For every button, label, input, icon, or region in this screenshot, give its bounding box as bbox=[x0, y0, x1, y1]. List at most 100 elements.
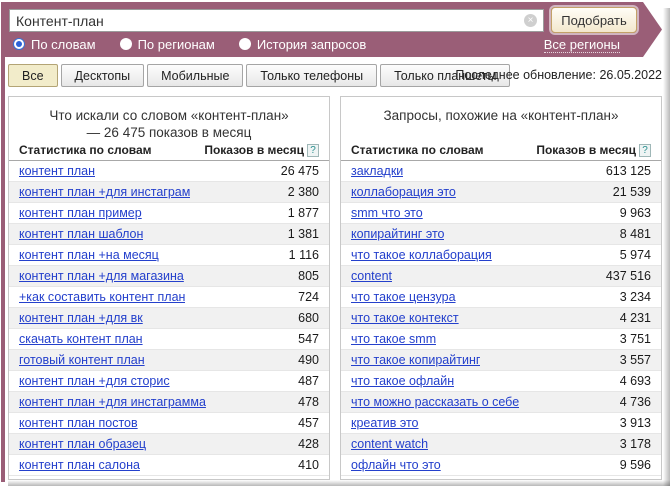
keyword-link[interactable]: закладки bbox=[351, 164, 403, 178]
radio-label: По регионам bbox=[138, 37, 215, 52]
table-row: что такое цензура 3 234 bbox=[341, 287, 661, 308]
keyword-link[interactable]: content watch bbox=[351, 437, 428, 451]
table-row: готовый контент план 490 bbox=[9, 350, 329, 371]
impressions-value: 437 516 bbox=[606, 269, 651, 283]
edge-shadow-right bbox=[663, 8, 670, 486]
radio-by-words[interactable]: По словам bbox=[13, 37, 96, 52]
clear-icon[interactable]: × bbox=[524, 14, 537, 27]
impressions-value: 1 877 bbox=[288, 206, 319, 220]
table-row: контент план +для инстаграмма 478 bbox=[9, 392, 329, 413]
keyword-link[interactable]: контент план bbox=[19, 164, 95, 178]
impressions-value: 487 bbox=[298, 374, 319, 388]
keyword-link[interactable]: офлайн что это bbox=[351, 458, 441, 472]
impressions-value: 2 380 bbox=[288, 185, 319, 199]
impressions-value: 613 125 bbox=[606, 164, 651, 178]
table-row: контент план шаблон 1 381 bbox=[9, 224, 329, 245]
table-row: копирайтинг это8 481 bbox=[341, 224, 661, 245]
similar-queries-panel: Запросы, похожие на «контент-план» Стати… bbox=[340, 96, 662, 480]
wordstat-page: × Подобрать По словам По регионам Истори… bbox=[0, 0, 670, 486]
table-row: контент план +для сторис 487 bbox=[9, 371, 329, 392]
edge-shadow-bottom bbox=[8, 480, 670, 486]
impressions-value: 3 234 bbox=[620, 290, 651, 304]
tab-phones-only[interactable]: Только телефоны bbox=[246, 64, 377, 87]
radio-unselected-icon bbox=[239, 38, 251, 50]
keyword-link[interactable]: контент план +для сторис bbox=[19, 374, 170, 388]
keyword-link[interactable]: smm что это bbox=[351, 206, 423, 220]
impressions-value: 5 974 bbox=[620, 248, 651, 262]
keyword-link[interactable]: контент план салона bbox=[19, 458, 140, 472]
keyword-link[interactable]: креатив это bbox=[351, 416, 419, 430]
keyword-link[interactable]: что такое цензура bbox=[351, 290, 456, 304]
impressions-value: 3 913 bbox=[620, 416, 651, 430]
table-row: контент план +для инстаграм 2 380 bbox=[9, 182, 329, 203]
table-row: контент план +для магазина805 bbox=[9, 266, 329, 287]
keyword-link[interactable]: контент план пример bbox=[19, 206, 142, 220]
table-row: офлайн что это 9 596 bbox=[341, 455, 661, 476]
radio-label: История запросов bbox=[257, 37, 367, 52]
impressions-value: 680 bbox=[298, 311, 319, 325]
keyword-link[interactable]: что такое контекст bbox=[351, 311, 459, 325]
table-row: content 437 516 bbox=[341, 266, 661, 287]
impressions-value: 3 178 bbox=[620, 437, 651, 451]
keyword-link[interactable]: коллаборация это bbox=[351, 185, 456, 199]
table-row: что можно рассказать о себе4 736 bbox=[341, 392, 661, 413]
keyword-link[interactable]: контент план +на месяц bbox=[19, 248, 159, 262]
keyword-link[interactable]: что такое smm bbox=[351, 332, 436, 346]
keyword-link[interactable]: +как составить контент план bbox=[19, 290, 185, 304]
column-header-impressions: Показов в месяц bbox=[204, 143, 304, 157]
all-regions-link[interactable]: Все регионы bbox=[544, 37, 620, 53]
table-row: контент план пример 1 877 bbox=[9, 203, 329, 224]
table-row: скачать контент план 547 bbox=[9, 329, 329, 350]
keyword-link[interactable]: что такое коллаборация bbox=[351, 248, 492, 262]
impressions-value: 457 bbox=[298, 416, 319, 430]
keyword-link[interactable]: копирайтинг это bbox=[351, 227, 444, 241]
table-row: креатив это 3 913 bbox=[341, 413, 661, 434]
impressions-value: 490 bbox=[298, 353, 319, 367]
table-row: контент план +на месяц1 116 bbox=[9, 245, 329, 266]
keyword-link[interactable]: что такое копирайтинг bbox=[351, 353, 480, 367]
column-header-keywords: Статистика по словам bbox=[19, 143, 152, 157]
help-icon[interactable]: ? bbox=[639, 144, 651, 157]
keyword-link[interactable]: контент план +для инстаграм bbox=[19, 185, 190, 199]
help-icon[interactable]: ? bbox=[307, 144, 319, 157]
keyword-link[interactable]: контент план +для вк bbox=[19, 311, 143, 325]
keyword-link[interactable]: контент план постов bbox=[19, 416, 138, 430]
impressions-value: 4 231 bbox=[620, 311, 651, 325]
panel-title: Что искали со словом «контент-план» — 26… bbox=[43, 97, 295, 140]
keyword-stats-panel: Что искали со словом «контент-план» — 26… bbox=[8, 96, 330, 480]
table-row: что такое контекст 4 231 bbox=[341, 308, 661, 329]
impressions-value: 3 557 bbox=[620, 353, 651, 367]
impressions-value: 410 bbox=[298, 458, 319, 472]
tab-all[interactable]: Все bbox=[8, 64, 58, 87]
keyword-link[interactable]: контент план +для инстаграмма bbox=[19, 395, 206, 409]
column-header-impressions: Показов в месяц bbox=[536, 143, 636, 157]
keyword-link[interactable]: контент план шаблон bbox=[19, 227, 143, 241]
submit-button[interactable]: Подобрать bbox=[551, 7, 637, 33]
table-row: контент план постов 457 bbox=[9, 413, 329, 434]
keyword-link[interactable]: контент план +для магазина bbox=[19, 269, 184, 283]
table-row: контент план образец428 bbox=[9, 434, 329, 455]
search-input[interactable] bbox=[10, 10, 524, 31]
tab-mobile[interactable]: Мобильные bbox=[147, 64, 243, 87]
keyword-link[interactable]: content bbox=[351, 269, 392, 283]
impressions-value: 478 bbox=[298, 395, 319, 409]
panel-title: Запросы, похожие на «контент-план» bbox=[351, 97, 651, 140]
keyword-link[interactable]: скачать контент план bbox=[19, 332, 143, 346]
radio-unselected-icon bbox=[120, 38, 132, 50]
page-left-border bbox=[1, 2, 5, 482]
keyword-link[interactable]: готовый контент план bbox=[19, 353, 145, 367]
table-row: контент план26 475 bbox=[9, 161, 329, 182]
tab-desktops[interactable]: Десктопы bbox=[61, 64, 145, 87]
keyword-link[interactable]: контент план образец bbox=[19, 437, 146, 451]
impressions-value: 547 bbox=[298, 332, 319, 346]
radio-by-regions[interactable]: По регионам bbox=[120, 37, 215, 52]
table-row: что такое smm3 751 bbox=[341, 329, 661, 350]
impressions-value: 9 596 bbox=[620, 458, 651, 472]
keyword-link[interactable]: что можно рассказать о себе bbox=[351, 395, 519, 409]
keyword-rows: контент план26 475контент план +для инст… bbox=[9, 161, 329, 476]
table-row: +как составить контент план724 bbox=[9, 287, 329, 308]
radio-query-history[interactable]: История запросов bbox=[239, 37, 367, 52]
impressions-value: 1 381 bbox=[288, 227, 319, 241]
mode-radio-group: По словам По регионам История запросов bbox=[13, 36, 366, 52]
keyword-link[interactable]: что такое офлайн bbox=[351, 374, 454, 388]
